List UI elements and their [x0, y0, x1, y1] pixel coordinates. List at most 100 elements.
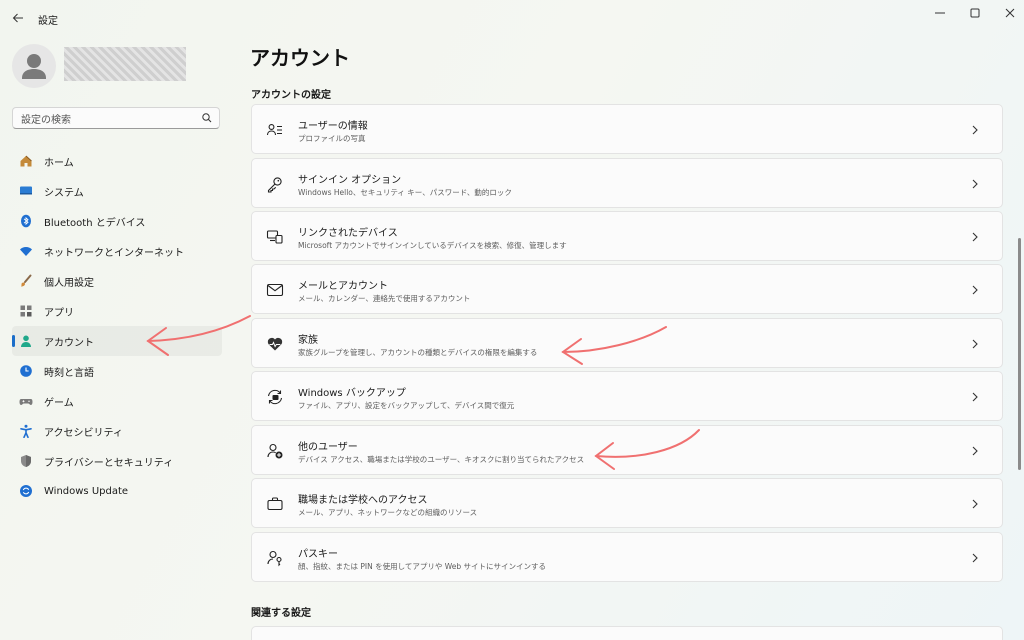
- search-icon[interactable]: [201, 112, 213, 124]
- sidebar-item-windows-update[interactable]: Windows Update: [12, 476, 222, 506]
- sidebar-item-bluetooth[interactable]: Bluetooth とデバイス: [12, 206, 222, 236]
- bluetooth-icon: [18, 213, 34, 229]
- card-user-info[interactable]: ユーザーの情報 プロファイルの写真: [251, 104, 1003, 154]
- back-button[interactable]: [8, 8, 28, 28]
- chevron-right-icon: [972, 499, 978, 509]
- title-bar: 設定: [0, 0, 1024, 36]
- chevron-right-icon: [972, 339, 978, 349]
- page-title: アカウント: [250, 46, 350, 70]
- chevron-right-icon: [972, 446, 978, 456]
- card-subtitle: 顔、指紋、または PIN を使用してアプリや Web サイトにサインインする: [298, 562, 547, 571]
- chevron-right-icon: [972, 179, 978, 189]
- brush-icon: [18, 273, 34, 289]
- sidebar-item-accessibility[interactable]: アクセシビリティ: [12, 416, 222, 446]
- card-subtitle: メール、カレンダー、連絡先で使用するアカウント: [298, 294, 471, 303]
- sidebar-item-time-language[interactable]: 時刻と言語: [12, 356, 222, 386]
- card-passkeys[interactable]: パスキー 顔、指紋、または PIN を使用してアプリや Web サイトにサインイ…: [251, 532, 1003, 582]
- sidebar-item-label: 個人用設定: [44, 277, 94, 289]
- search-box[interactable]: [12, 107, 220, 131]
- user-silhouette-icon: [22, 54, 46, 79]
- update-icon: [18, 483, 34, 499]
- sidebar-item-system[interactable]: システム: [12, 176, 222, 206]
- card-sign-in-options[interactable]: サインイン オプション Windows Hello、セキュリティ キー、パスワー…: [251, 158, 1003, 208]
- close-button[interactable]: [990, 4, 1024, 22]
- wifi-icon: [18, 243, 34, 259]
- card-title: Windows バックアップ: [298, 388, 406, 399]
- accessibility-icon: [18, 423, 34, 439]
- clock-globe-icon: [18, 363, 34, 379]
- card-other-users[interactable]: 他のユーザー デバイス アクセス、職場または学校のユーザー、キオスクに割り当てら…: [251, 425, 1003, 475]
- card-title: 職場または学校へのアクセス: [298, 495, 428, 506]
- key-icon: [266, 175, 284, 193]
- sidebar-item-label: アカウント: [44, 337, 94, 349]
- card-related-partial[interactable]: [251, 626, 1003, 640]
- chevron-right-icon: [972, 392, 978, 402]
- gamepad-icon: [18, 393, 34, 409]
- sidebar-item-privacy[interactable]: プライバシーとセキュリティ: [12, 446, 222, 476]
- card-title: ユーザーの情報: [298, 121, 368, 132]
- section-title-account-settings: アカウントの設定: [251, 90, 331, 101]
- active-indicator: [12, 335, 15, 347]
- card-title: リンクされたデバイス: [298, 228, 398, 239]
- card-title: サインイン オプション: [298, 175, 402, 186]
- card-email-accounts[interactable]: メールとアカウント メール、カレンダー、連絡先で使用するアカウント: [251, 264, 1003, 314]
- sidebar-item-label: 時刻と言語: [44, 367, 94, 379]
- sidebar-item-personalization[interactable]: 個人用設定: [12, 266, 222, 296]
- sidebar-item-label: Windows Update: [44, 485, 129, 497]
- card-linked-devices[interactable]: リンクされたデバイス Microsoft アカウントでサインインしているデバイス…: [251, 211, 1003, 261]
- passkey-icon: [266, 549, 284, 567]
- card-subtitle: 家族グループを管理し、アカウントの種類とデバイスの権限を編集する: [298, 348, 538, 357]
- sidebar-nav: ホーム システム Bluetooth とデバイス ネットワークとインターネット …: [12, 146, 222, 506]
- search-input[interactable]: [13, 110, 193, 131]
- profile-name-redacted: [64, 47, 186, 81]
- sidebar-item-label: システム: [44, 187, 84, 199]
- maximize-button[interactable]: [955, 4, 995, 22]
- person-icon: [18, 333, 34, 349]
- sidebar-item-accounts[interactable]: アカウント: [12, 326, 222, 356]
- chevron-right-icon: [972, 125, 978, 135]
- sidebar-item-label: プライバシーとセキュリティ: [44, 457, 174, 469]
- sidebar-item-apps[interactable]: アプリ: [12, 296, 222, 326]
- card-subtitle: プロファイルの写真: [298, 134, 366, 143]
- app-title: 設定: [38, 16, 58, 27]
- card-windows-backup[interactable]: Windows バックアップ ファイル、アプリ、設定をバックアップして、デバイス…: [251, 371, 1003, 421]
- minimize-icon: [935, 12, 945, 14]
- card-family[interactable]: 家族 家族グループを管理し、アカウントの種類とデバイスの権限を編集する: [251, 318, 1003, 368]
- home-icon: [18, 153, 34, 169]
- sidebar-item-label: アプリ: [44, 307, 74, 319]
- card-title: パスキー: [298, 549, 338, 560]
- sidebar-item-label: ホーム: [44, 157, 74, 169]
- sidebar-item-network[interactable]: ネットワークとインターネット: [12, 236, 222, 266]
- minimize-button[interactable]: [920, 4, 960, 22]
- card-subtitle: デバイス アクセス、職場または学校のユーザー、キオスクに割り当てられたアクセス: [298, 455, 585, 464]
- monitor-icon: [18, 183, 34, 199]
- sidebar-item-label: Bluetooth とデバイス: [44, 217, 146, 229]
- card-title: 他のユーザー: [298, 442, 358, 453]
- sidebar-item-label: ネットワークとインターネット: [44, 247, 184, 259]
- card-subtitle: Microsoft アカウントでサインインしているデバイスを検索、修復、管理しま…: [298, 241, 567, 250]
- sidebar-item-label: ゲーム: [44, 397, 74, 409]
- sidebar-item-home[interactable]: ホーム: [12, 146, 222, 176]
- chevron-right-icon: [972, 553, 978, 563]
- heart-icon: [266, 335, 284, 353]
- card-title: メールとアカウント: [298, 281, 388, 292]
- section-title-related-settings: 関連する設定: [251, 608, 311, 619]
- card-title: 家族: [298, 335, 318, 346]
- scrollbar-thumb[interactable]: [1018, 238, 1021, 470]
- avatar[interactable]: [12, 44, 56, 88]
- briefcase-icon: [266, 495, 284, 513]
- close-icon: [1005, 8, 1015, 18]
- apps-icon: [18, 303, 34, 319]
- chevron-right-icon: [972, 232, 978, 242]
- sidebar-item-gaming[interactable]: ゲーム: [12, 386, 222, 416]
- user-info-icon: [266, 121, 284, 139]
- card-subtitle: メール、アプリ、ネットワークなどの組織のリソース: [298, 508, 478, 517]
- linked-devices-icon: [266, 228, 284, 246]
- sidebar-item-label: アクセシビリティ: [44, 427, 123, 439]
- mail-icon: [266, 281, 284, 299]
- back-arrow-icon: [12, 13, 23, 23]
- card-work-school-access[interactable]: 職場または学校へのアクセス メール、アプリ、ネットワークなどの組織のリソース: [251, 478, 1003, 528]
- shield-icon: [18, 453, 34, 469]
- chevron-right-icon: [972, 285, 978, 295]
- backup-icon: [266, 388, 284, 406]
